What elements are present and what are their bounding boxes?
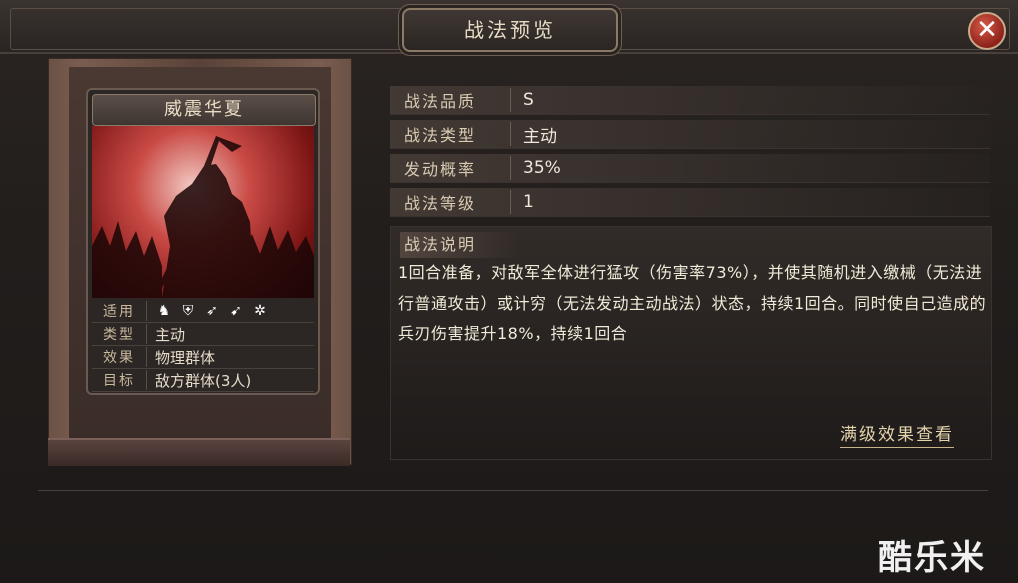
info-row-probability: 发动概率 35%	[390, 154, 990, 183]
watermark: 酷乐米	[878, 538, 986, 578]
stat-value: 敌方群体(3人)	[155, 371, 252, 390]
stat-value: 物理群体	[155, 348, 216, 367]
skill-artwork	[92, 126, 314, 298]
description-label: 战法说明	[400, 232, 520, 258]
info-label: 战法类型	[390, 122, 511, 146]
siege-icon: ✲	[254, 303, 266, 319]
full-level-effect-link[interactable]: 满级效果查看	[840, 420, 954, 448]
spear-icon: ➹	[230, 303, 242, 319]
stat-row-type: 类型 主动	[92, 323, 314, 346]
description-text: 1回合准备，对敌军全体进行猛攻（伤害率73%），并使其随机进入缴械（无法进行普通…	[398, 263, 987, 343]
close-icon: ✕	[976, 15, 998, 45]
info-row-quality: 战法品质 S	[390, 86, 990, 115]
info-row-level: 战法等级 1	[390, 188, 990, 217]
bow-icon: ➶	[206, 303, 218, 319]
unit-type-icons: ♞ ⛨ ➶ ➹ ✲	[147, 302, 269, 320]
skill-name: 威震华夏	[92, 94, 316, 126]
info-label: 战法品质	[390, 88, 511, 112]
scroll-roll	[48, 438, 350, 466]
stat-label: 目标	[92, 370, 147, 390]
close-button[interactable]: ✕	[968, 12, 1006, 50]
stat-row-applicable: 适用 ♞ ⛨ ➶ ➹ ✲	[92, 300, 314, 323]
info-value: 35%	[523, 158, 561, 178]
stat-label: 适用	[92, 301, 147, 321]
skill-card: 威震华夏 适用 ♞ ⛨ ➶ ➹ ✲ 类型 主动 效果 物理群体 目标 敌方群体(…	[86, 88, 320, 395]
info-row-type: 战法类型 主动	[390, 120, 990, 149]
info-value: 主动	[523, 126, 557, 147]
shield-icon: ⛨	[182, 303, 194, 319]
stat-label: 类型	[92, 324, 147, 344]
skill-preview-dialog: 战法预览 ✕ 威震华夏 适用 ♞ ⛨ ➶ ➹ ✲ 类型 主动 效果 物理群体 目…	[0, 0, 1018, 583]
dialog-title: 战法预览	[402, 8, 618, 52]
divider	[38, 490, 988, 491]
stat-label: 效果	[92, 347, 147, 367]
skill-stats: 适用 ♞ ⛨ ➶ ➹ ✲ 类型 主动 效果 物理群体 目标 敌方群体(3人)	[92, 300, 314, 392]
stat-value: 主动	[155, 325, 186, 344]
info-value: 1	[523, 192, 534, 212]
stat-row-target: 目标 敌方群体(3人)	[92, 369, 314, 392]
stat-row-effect: 效果 物理群体	[92, 346, 314, 369]
info-value: S	[523, 90, 534, 110]
cavalry-icon: ♞	[157, 303, 171, 319]
info-label: 战法等级	[390, 190, 511, 214]
info-label: 发动概率	[390, 156, 511, 180]
